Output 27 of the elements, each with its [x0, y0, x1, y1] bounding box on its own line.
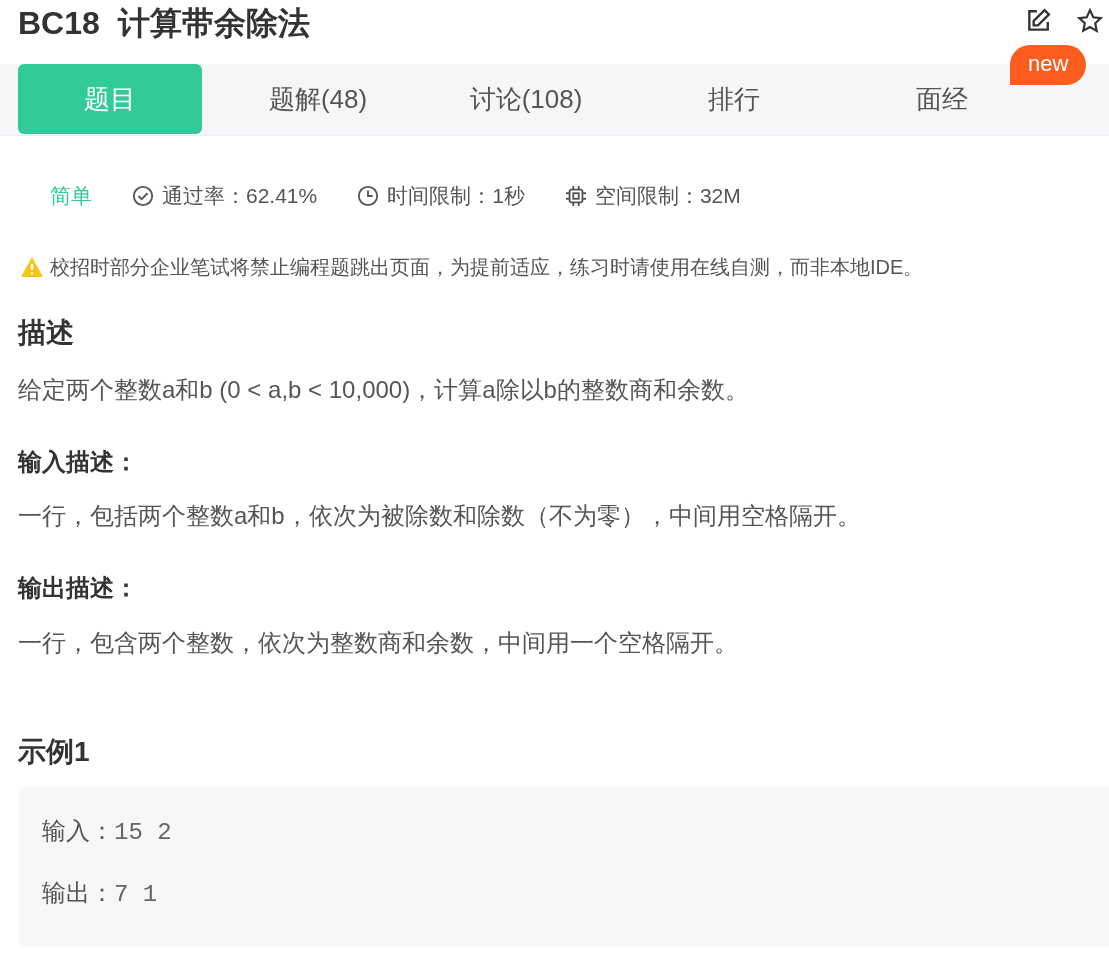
tab[interactable]: 题解(48)	[226, 64, 410, 134]
notice-text: 校招时部分企业笔试将禁止编程题跳出页面，为提前适应，练习时请使用在线自测，而非本地IDE。	[50, 255, 924, 280]
section-heading: 描述	[18, 316, 75, 350]
tab[interactable]: 讨论(108)	[434, 64, 618, 134]
example-title: 示例1	[18, 735, 91, 769]
example-value: 15 2	[114, 818, 172, 846]
example-label: 输出：	[42, 878, 114, 906]
warning-icon	[20, 256, 44, 278]
new-badge: new	[1010, 45, 1087, 85]
meta-text: 空间限制：32M	[594, 183, 741, 210]
section-heading: 输入描述：	[18, 447, 139, 477]
clock-icon	[357, 185, 380, 207]
section-heading: 输出描述：	[18, 574, 139, 604]
edit-icon[interactable]	[1025, 8, 1051, 34]
tab[interactable]: 排行	[642, 64, 826, 134]
star-icon[interactable]	[1077, 8, 1103, 34]
difficulty-label: 简单	[50, 183, 92, 210]
section-text: 一行，包含两个整数，依次为整数商和余数，中间用一个空格隔开。	[18, 628, 739, 659]
chip-icon	[564, 185, 587, 207]
example-label: 输入：	[42, 816, 114, 844]
problem-title: BC18 计算带余除法	[18, 4, 310, 43]
section-text: 一行，包括两个整数a和b，依次为被除数和除数（不为零），中间用空格隔开。	[18, 501, 862, 532]
meta-text: 通过率：62.41%	[162, 183, 318, 210]
example-value: 7 1	[114, 880, 158, 908]
check-circle-icon	[132, 185, 154, 207]
meta-text: 时间限制：1秒	[387, 183, 525, 210]
section-text: 给定两个整数a和b (0 < a,b < 10,000)，计算a除以b的整数商和余数。	[18, 374, 750, 405]
